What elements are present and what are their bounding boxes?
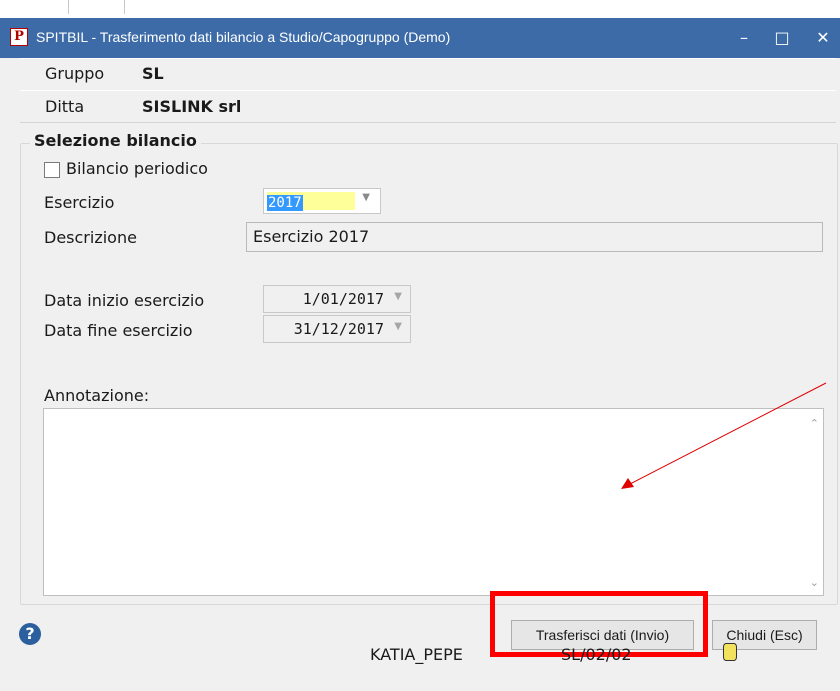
status-user: KATIA_PEPE bbox=[370, 645, 463, 664]
annotation-arrow-line bbox=[629, 382, 827, 485]
database-icon bbox=[723, 643, 737, 661]
status-code: SL/02/02 bbox=[561, 645, 632, 664]
help-icon[interactable]: ? bbox=[19, 623, 41, 645]
annotation-arrow bbox=[621, 382, 827, 489]
